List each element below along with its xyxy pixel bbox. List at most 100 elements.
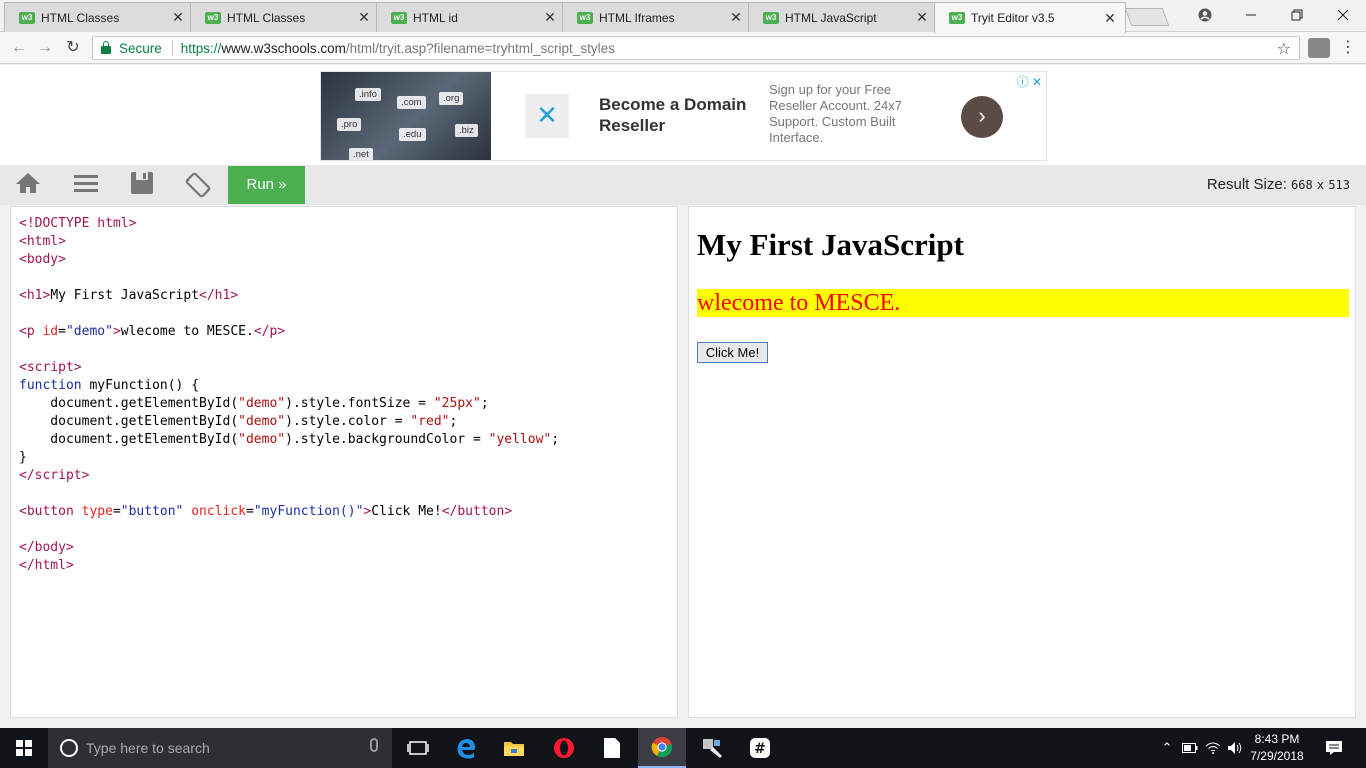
result-paragraph: wlecome to MESCE.	[697, 289, 1349, 317]
battery-icon[interactable]	[1178, 743, 1202, 753]
url-scheme: https://	[180, 40, 222, 56]
tab-strip: w3 HTML Classes ✕ w3 HTML Classes ✕ w3 H…	[0, 0, 1366, 33]
opera-icon[interactable]	[540, 728, 588, 768]
close-icon[interactable]: ✕	[729, 9, 743, 26]
ad-chip: .org	[439, 92, 464, 105]
close-icon[interactable]: ✕	[357, 9, 371, 26]
back-arrow-icon[interactable]: ←	[8, 38, 30, 58]
file-explorer-icon[interactable]	[490, 728, 538, 768]
result-height: 513	[1328, 178, 1350, 192]
menu-icon[interactable]	[72, 171, 100, 199]
tab-label: HTML Iframes	[599, 10, 675, 25]
reload-icon[interactable]: ↻	[62, 38, 84, 58]
tab-label: HTML id	[413, 10, 458, 25]
tab-label: Tryit Editor v3.5	[971, 11, 1055, 25]
tab-html-javascript[interactable]: w3 HTML JavaScript ✕	[748, 2, 938, 32]
window-close-icon[interactable]	[1320, 0, 1366, 30]
url-host: www.w3schools.com	[221, 40, 346, 56]
minimize-icon[interactable]	[1228, 0, 1274, 30]
forward-arrow-icon[interactable]: →	[34, 38, 56, 58]
microphone-icon[interactable]	[370, 738, 378, 752]
ad-choices-icon[interactable]: ⓘ ✕	[1017, 73, 1042, 90]
save-icon[interactable]	[128, 171, 156, 199]
tab-html-id[interactable]: w3 HTML id ✕	[376, 2, 566, 32]
clock-date: 7/29/2018	[1250, 749, 1304, 763]
wifi-icon[interactable]	[1202, 742, 1224, 754]
action-center-icon[interactable]	[1310, 728, 1358, 768]
menu-kebab-icon[interactable]: ⋮	[1340, 38, 1356, 58]
ad-image: .info .com .org .pro .edu .biz .net	[321, 72, 491, 160]
tab-html-classes-1[interactable]: w3 HTML Classes ✕	[4, 2, 194, 32]
rotate-orientation-icon[interactable]	[184, 171, 212, 199]
taskbar-search-input[interactable]: Type here to search	[48, 728, 392, 768]
ad-logo-icon: ✕	[525, 94, 569, 138]
address-bar: ← → ↻ Secure https://www.w3schools.com/h…	[0, 32, 1366, 64]
w3schools-favicon-icon: w3	[19, 11, 35, 24]
ad-banner[interactable]: .info .com .org .pro .edu .biz .net ✕ Be…	[320, 71, 1047, 161]
secure-label: Secure	[119, 40, 162, 56]
document-icon[interactable]	[588, 728, 636, 768]
cortana-icon	[60, 739, 78, 757]
ad-chip: .net	[349, 148, 373, 160]
result-width: 668	[1291, 178, 1313, 192]
w3schools-favicon-icon: w3	[205, 11, 221, 24]
close-icon[interactable]: ✕	[543, 9, 557, 26]
show-hidden-icons-icon[interactable]: ⌃	[1156, 740, 1178, 756]
restore-icon[interactable]	[1274, 0, 1320, 30]
ad-chip: .com	[397, 96, 426, 109]
url-input[interactable]: Secure https://www.w3schools.com/html/tr…	[92, 36, 1300, 60]
extension-icon[interactable]	[1308, 38, 1330, 58]
search-placeholder: Type here to search	[86, 740, 210, 756]
tab-label: HTML Classes	[41, 10, 120, 25]
close-icon[interactable]: ✕	[171, 9, 185, 26]
tab-html-classes-2[interactable]: w3 HTML Classes ✕	[190, 2, 380, 32]
tab-html-iframes[interactable]: w3 HTML Iframes ✕	[562, 2, 752, 32]
ad-chip: .pro	[337, 118, 362, 131]
tryit-toolbar: Run » Result Size: 668 x 513	[0, 165, 1366, 205]
ad-arrow-button[interactable]: ›	[961, 96, 1003, 138]
slack-icon[interactable]: #	[736, 728, 784, 768]
volume-icon[interactable]	[1224, 741, 1246, 755]
close-icon[interactable]: ✕	[1103, 10, 1117, 27]
start-button[interactable]	[0, 728, 48, 768]
edge-icon[interactable]	[442, 728, 490, 768]
taskbar-clock[interactable]: 8:43 PM 7/29/2018	[1244, 731, 1310, 765]
result-size: Result Size: 668 x 513	[1207, 176, 1350, 193]
chrome-icon[interactable]	[638, 728, 686, 768]
w3schools-favicon-icon: w3	[763, 11, 779, 24]
code-editor[interactable]: <!DOCTYPE html> <html> <body> <h1>My Fir…	[10, 206, 678, 718]
ad-chip: .edu	[399, 128, 426, 141]
bookmark-star-icon[interactable]: ☆	[1277, 39, 1291, 59]
tab-tryit-editor[interactable]: w3 Tryit Editor v3.5 ✕	[934, 2, 1126, 33]
home-icon[interactable]	[14, 171, 42, 199]
tab-label: HTML Classes	[227, 10, 306, 25]
w3schools-favicon-icon: w3	[577, 11, 593, 24]
windows-logo-icon	[16, 740, 32, 756]
ad-body: Sign up for your Free Reseller Account. …	[769, 82, 902, 145]
close-icon[interactable]: ✕	[915, 9, 929, 26]
ad-chip: .info	[355, 88, 381, 101]
divider	[171, 40, 173, 56]
new-tab-button[interactable]	[1124, 8, 1170, 26]
svg-text:#: #	[754, 741, 766, 757]
system-tray: ⌃	[1156, 728, 1246, 768]
run-button[interactable]: Run »	[228, 166, 305, 204]
tools-icon[interactable]	[688, 728, 736, 768]
ad-zone: .info .com .org .pro .edu .biz .net ✕ Be…	[0, 65, 1366, 165]
ad-headline[interactable]: Become a Domain Reseller	[599, 94, 759, 136]
result-size-label: Result Size:	[1206, 176, 1287, 193]
result-x: x	[1316, 178, 1325, 192]
code-text[interactable]: <!DOCTYPE html> <html> <body> <h1>My Fir…	[19, 215, 559, 575]
tab-label: HTML JavaScript	[785, 10, 877, 25]
url-path: /html/tryit.asp?filename=tryhtml_script_…	[345, 40, 615, 56]
clock-time: 8:43 PM	[1254, 732, 1300, 746]
profile-icon[interactable]	[1182, 0, 1228, 30]
lock-icon	[101, 41, 111, 54]
result-frame: My First JavaScript wlecome to MESCE. Cl…	[688, 206, 1356, 718]
result-heading: My First JavaScript	[697, 227, 964, 262]
task-view-icon[interactable]	[394, 728, 442, 768]
page-content: .info .com .org .pro .edu .biz .net ✕ Be…	[0, 65, 1366, 728]
ad-chip: .biz	[455, 124, 478, 137]
click-me-button[interactable]: Click Me!	[697, 342, 768, 363]
windows-taskbar: Type here to search # ⌃ 8:43 PM 7/29/201…	[0, 728, 1366, 768]
